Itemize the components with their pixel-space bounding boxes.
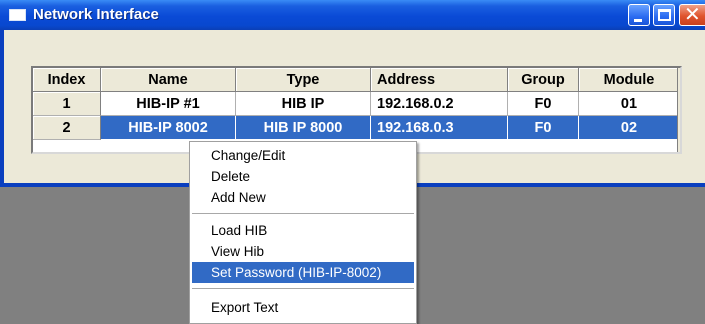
minimize-button[interactable]	[628, 4, 650, 26]
table-header-row: Index Name Type Address Group Module	[33, 68, 680, 92]
minimize-icon	[634, 19, 642, 22]
menu-item-delete[interactable]: Delete	[192, 166, 414, 187]
column-header-index[interactable]: Index	[33, 68, 101, 92]
row-group: F0	[508, 116, 579, 140]
row-name: HIB-IP 8002	[101, 116, 236, 140]
title-bar[interactable]: Network Interface ✕	[0, 0, 705, 30]
row-address: 192.168.0.3	[371, 116, 508, 140]
menu-separator	[192, 288, 414, 290]
row-type: HIB IP	[236, 92, 371, 116]
row-module: 02	[579, 116, 680, 140]
close-button[interactable]: ✕	[679, 4, 705, 26]
column-header-type[interactable]: Type	[236, 68, 371, 92]
menu-item-export-text[interactable]: Export Text	[192, 297, 414, 318]
window-title: Network Interface	[33, 6, 159, 23]
column-header-name[interactable]: Name	[101, 68, 236, 92]
menu-separator	[192, 213, 414, 215]
menu-item-view-hib[interactable]: View Hib	[192, 241, 414, 262]
column-header-address[interactable]: Address	[371, 68, 508, 92]
window-icon	[9, 9, 26, 21]
close-icon: ✕	[684, 4, 701, 26]
table-row[interactable]: 1 HIB-IP #1 HIB IP 192.168.0.2 F0 01	[33, 92, 680, 116]
menu-item-change-edit[interactable]: Change/Edit	[192, 145, 414, 166]
maximize-icon	[658, 9, 671, 21]
row-group: F0	[508, 92, 579, 116]
column-header-group[interactable]: Group	[508, 68, 579, 92]
table-scroll-edge	[677, 68, 680, 152]
row-index: 2	[33, 116, 101, 140]
column-header-module[interactable]: Module	[579, 68, 680, 92]
maximize-button[interactable]	[653, 4, 675, 26]
context-menu: Change/Edit Delete Add New Load HIB View…	[189, 141, 417, 324]
table-row-selected[interactable]: 2 HIB-IP 8002 HIB IP 8000 192.168.0.3 F0…	[33, 116, 680, 140]
row-address: 192.168.0.2	[371, 92, 508, 116]
row-type: HIB IP 8000	[236, 116, 371, 140]
menu-item-add-new[interactable]: Add New	[192, 187, 414, 208]
row-module: 01	[579, 92, 680, 116]
row-name: HIB-IP #1	[101, 92, 236, 116]
menu-item-set-password[interactable]: Set Password (HIB-IP-8002)	[192, 262, 414, 283]
row-index: 1	[33, 92, 101, 116]
menu-item-load-hib[interactable]: Load HIB	[192, 220, 414, 241]
